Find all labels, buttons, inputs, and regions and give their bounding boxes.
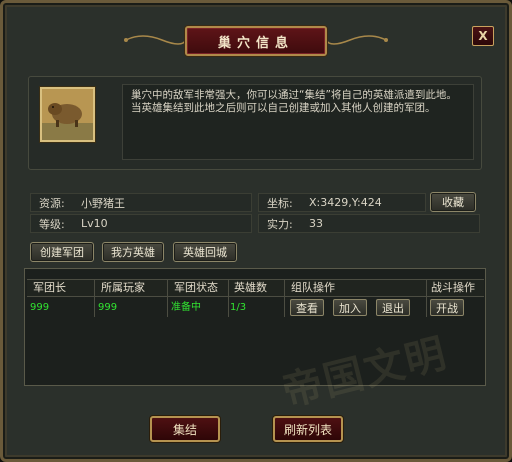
legion-hero-count-cell: 1/3	[230, 302, 247, 313]
recall-heroes-button[interactable]: 英雄回城	[173, 242, 237, 262]
header-battle-actions: 战斗操作	[431, 281, 475, 294]
start-battle-button[interactable]: 开战	[430, 299, 464, 316]
header-team-actions: 组队操作	[291, 281, 335, 294]
boar-icon	[42, 89, 93, 140]
column-divider	[228, 279, 229, 317]
view-legion-button[interactable]: 查看	[290, 299, 324, 316]
column-divider	[426, 279, 427, 317]
my-heroes-button[interactable]: 我方英雄	[102, 242, 164, 262]
create-legion-button[interactable]: 创建军团	[30, 242, 94, 262]
column-divider	[284, 279, 285, 317]
legion-player-cell: 999	[98, 302, 118, 313]
header-leader: 军团长	[33, 281, 66, 294]
level-value: Lv10	[81, 217, 108, 230]
level-label: 等级:	[39, 217, 65, 231]
header-status: 军团状态	[174, 281, 218, 294]
close-button[interactable]: X	[472, 26, 494, 46]
resource-label: 资源:	[39, 196, 65, 210]
window-title: 巢穴信息	[217, 35, 294, 51]
header-player: 所属玩家	[101, 281, 145, 294]
level-field: 等级: Lv10	[30, 214, 252, 233]
resource-value: 小野猪王	[81, 196, 125, 210]
lair-description: 巢穴中的敌军非常强大，你可以通过“集结”将自己的英雄派遣到此地。当英雄集结到此地…	[122, 84, 474, 160]
legion-status-cell: 准备中	[171, 302, 201, 313]
refresh-list-button[interactable]: 刷新列表	[273, 416, 343, 442]
leave-legion-button[interactable]: 退出	[376, 299, 410, 316]
favorite-button[interactable]: 收藏	[430, 192, 476, 212]
power-value: 33	[309, 217, 323, 230]
coordinate-value: X:3429,Y:424	[309, 196, 382, 209]
legion-leader-cell: 999	[30, 302, 50, 313]
join-legion-button[interactable]: 加入	[333, 299, 367, 316]
close-icon: X	[478, 29, 488, 43]
column-divider	[94, 279, 95, 317]
column-divider	[167, 279, 168, 317]
power-label: 实力:	[267, 217, 293, 231]
header-hero-count: 英雄数	[234, 281, 267, 294]
power-field: 实力: 33	[258, 214, 480, 233]
resource-field: 资源: 小野猪王	[30, 193, 252, 212]
coordinate-label: 坐标:	[267, 196, 293, 210]
gather-button[interactable]: 集结	[150, 416, 220, 442]
title-plate: 巢穴信息	[185, 26, 327, 56]
coordinate-field: 坐标: X:3429,Y:424	[258, 193, 426, 212]
lair-portrait	[40, 87, 95, 142]
